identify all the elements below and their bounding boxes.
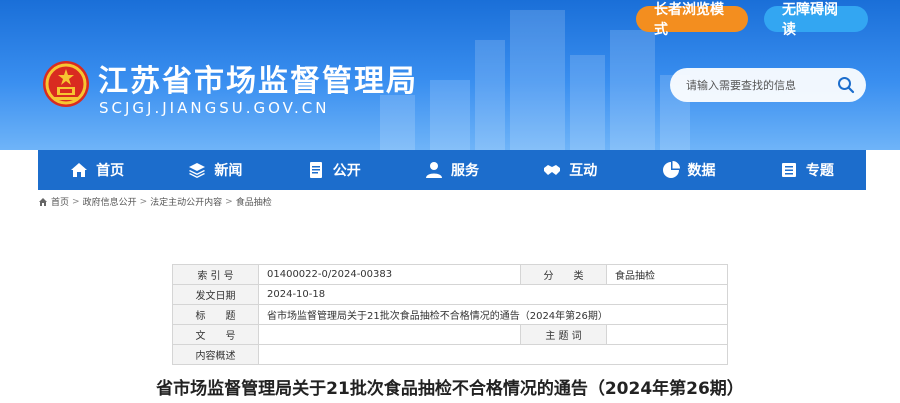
nav-item-interact[interactable]: 互动	[511, 150, 629, 190]
breadcrumb-item-food-inspection[interactable]: 食品抽检	[236, 195, 272, 208]
nav-item-label: 公开	[332, 163, 361, 179]
index-value: 01400022-0/2024-00383	[258, 264, 521, 285]
title-label: 标 题	[172, 304, 259, 325]
breadcrumb-item-statutory[interactable]: 法定主动公开内容	[150, 195, 222, 208]
home-icon	[39, 197, 47, 206]
national-emblem-logo[interactable]	[42, 60, 90, 108]
subject-value	[606, 324, 728, 345]
top-buttons: 长者浏览模式 无障碍阅读	[636, 2, 868, 38]
title-value: 省市场监督管理局关于21批次食品抽检不合格情况的通告（2024年第26期）	[258, 304, 728, 325]
accessible-reading-button[interactable]: 无障碍阅读	[764, 2, 868, 38]
pie-chart-icon	[662, 161, 680, 178]
subject-label: 主 题 词	[520, 324, 607, 345]
table-row: 索 引 号 01400022-0/2024-00383 分 类 食品抽检	[172, 264, 728, 285]
search-box	[670, 68, 866, 102]
nav-item-label: 新闻	[214, 163, 243, 179]
article-title: 省市场监督管理局关于21批次食品抽检不合格情况的通告（2024年第26期）	[156, 379, 744, 399]
docno-label: 文 号	[172, 324, 259, 345]
nav-item-topics[interactable]: 专题	[748, 150, 866, 190]
main-nav: 首页 新闻 公开 服务 互动 数据 专题	[38, 150, 866, 190]
user-icon	[425, 162, 442, 178]
table-row: 文 号 主 题 词	[172, 324, 728, 345]
breadcrumb-item-home[interactable]: 首页	[51, 195, 69, 208]
breadcrumb-separator: >	[225, 196, 233, 207]
nav-item-label: 互动	[569, 163, 598, 179]
table-row: 发文日期 2024-10-18	[172, 284, 728, 305]
nav-item-label: 数据	[687, 163, 716, 179]
handshake-icon	[544, 165, 561, 175]
site-title[interactable]: 江苏省市场监督管理局	[98, 56, 418, 100]
table-row: 标 题 省市场监督管理局关于21批次食品抽检不合格情况的通告（2024年第26期…	[172, 304, 728, 325]
nav-item-label: 专题	[805, 163, 834, 179]
home-icon	[71, 163, 88, 177]
search-icon[interactable]	[836, 75, 856, 95]
date-value: 2024-10-18	[258, 284, 728, 305]
document-icon	[309, 162, 322, 178]
site-domain: SCJGJ.JIANGSU.GOV.CN	[99, 99, 330, 117]
summary-value	[258, 344, 728, 365]
nav-item-label: 服务	[450, 163, 479, 179]
summary-label: 内容概述	[172, 344, 259, 365]
elder-mode-button[interactable]: 长者浏览模式	[636, 2, 748, 38]
nav-item-label: 首页	[96, 163, 125, 179]
breadcrumb-item-gov-info[interactable]: 政府信息公开	[83, 195, 137, 208]
nav-item-news[interactable]: 新闻	[156, 150, 274, 190]
docno-value	[258, 324, 521, 345]
breadcrumb-separator: >	[139, 196, 148, 207]
document-info-table: 索 引 号 01400022-0/2024-00383 分 类 食品抽检 发文日…	[172, 264, 728, 365]
breadcrumb: 首页 > 政府信息公开 > 法定主动公开内容 > 食品抽检	[38, 195, 272, 208]
table-row: 内容概述	[172, 344, 728, 365]
nav-item-home[interactable]: 首页	[38, 150, 156, 190]
nav-item-data[interactable]: 数据	[629, 150, 747, 190]
search-input[interactable]	[686, 78, 836, 92]
category-value: 食品抽检	[606, 264, 728, 285]
breadcrumb-separator: >	[72, 196, 80, 207]
date-label: 发文日期	[172, 284, 259, 305]
nav-item-public[interactable]: 公开	[275, 150, 393, 190]
layers-icon	[189, 163, 206, 178]
nav-item-service[interactable]: 服务	[393, 150, 511, 190]
index-label: 索 引 号	[172, 264, 259, 285]
category-label: 分 类	[520, 264, 607, 285]
list-icon	[781, 163, 796, 177]
